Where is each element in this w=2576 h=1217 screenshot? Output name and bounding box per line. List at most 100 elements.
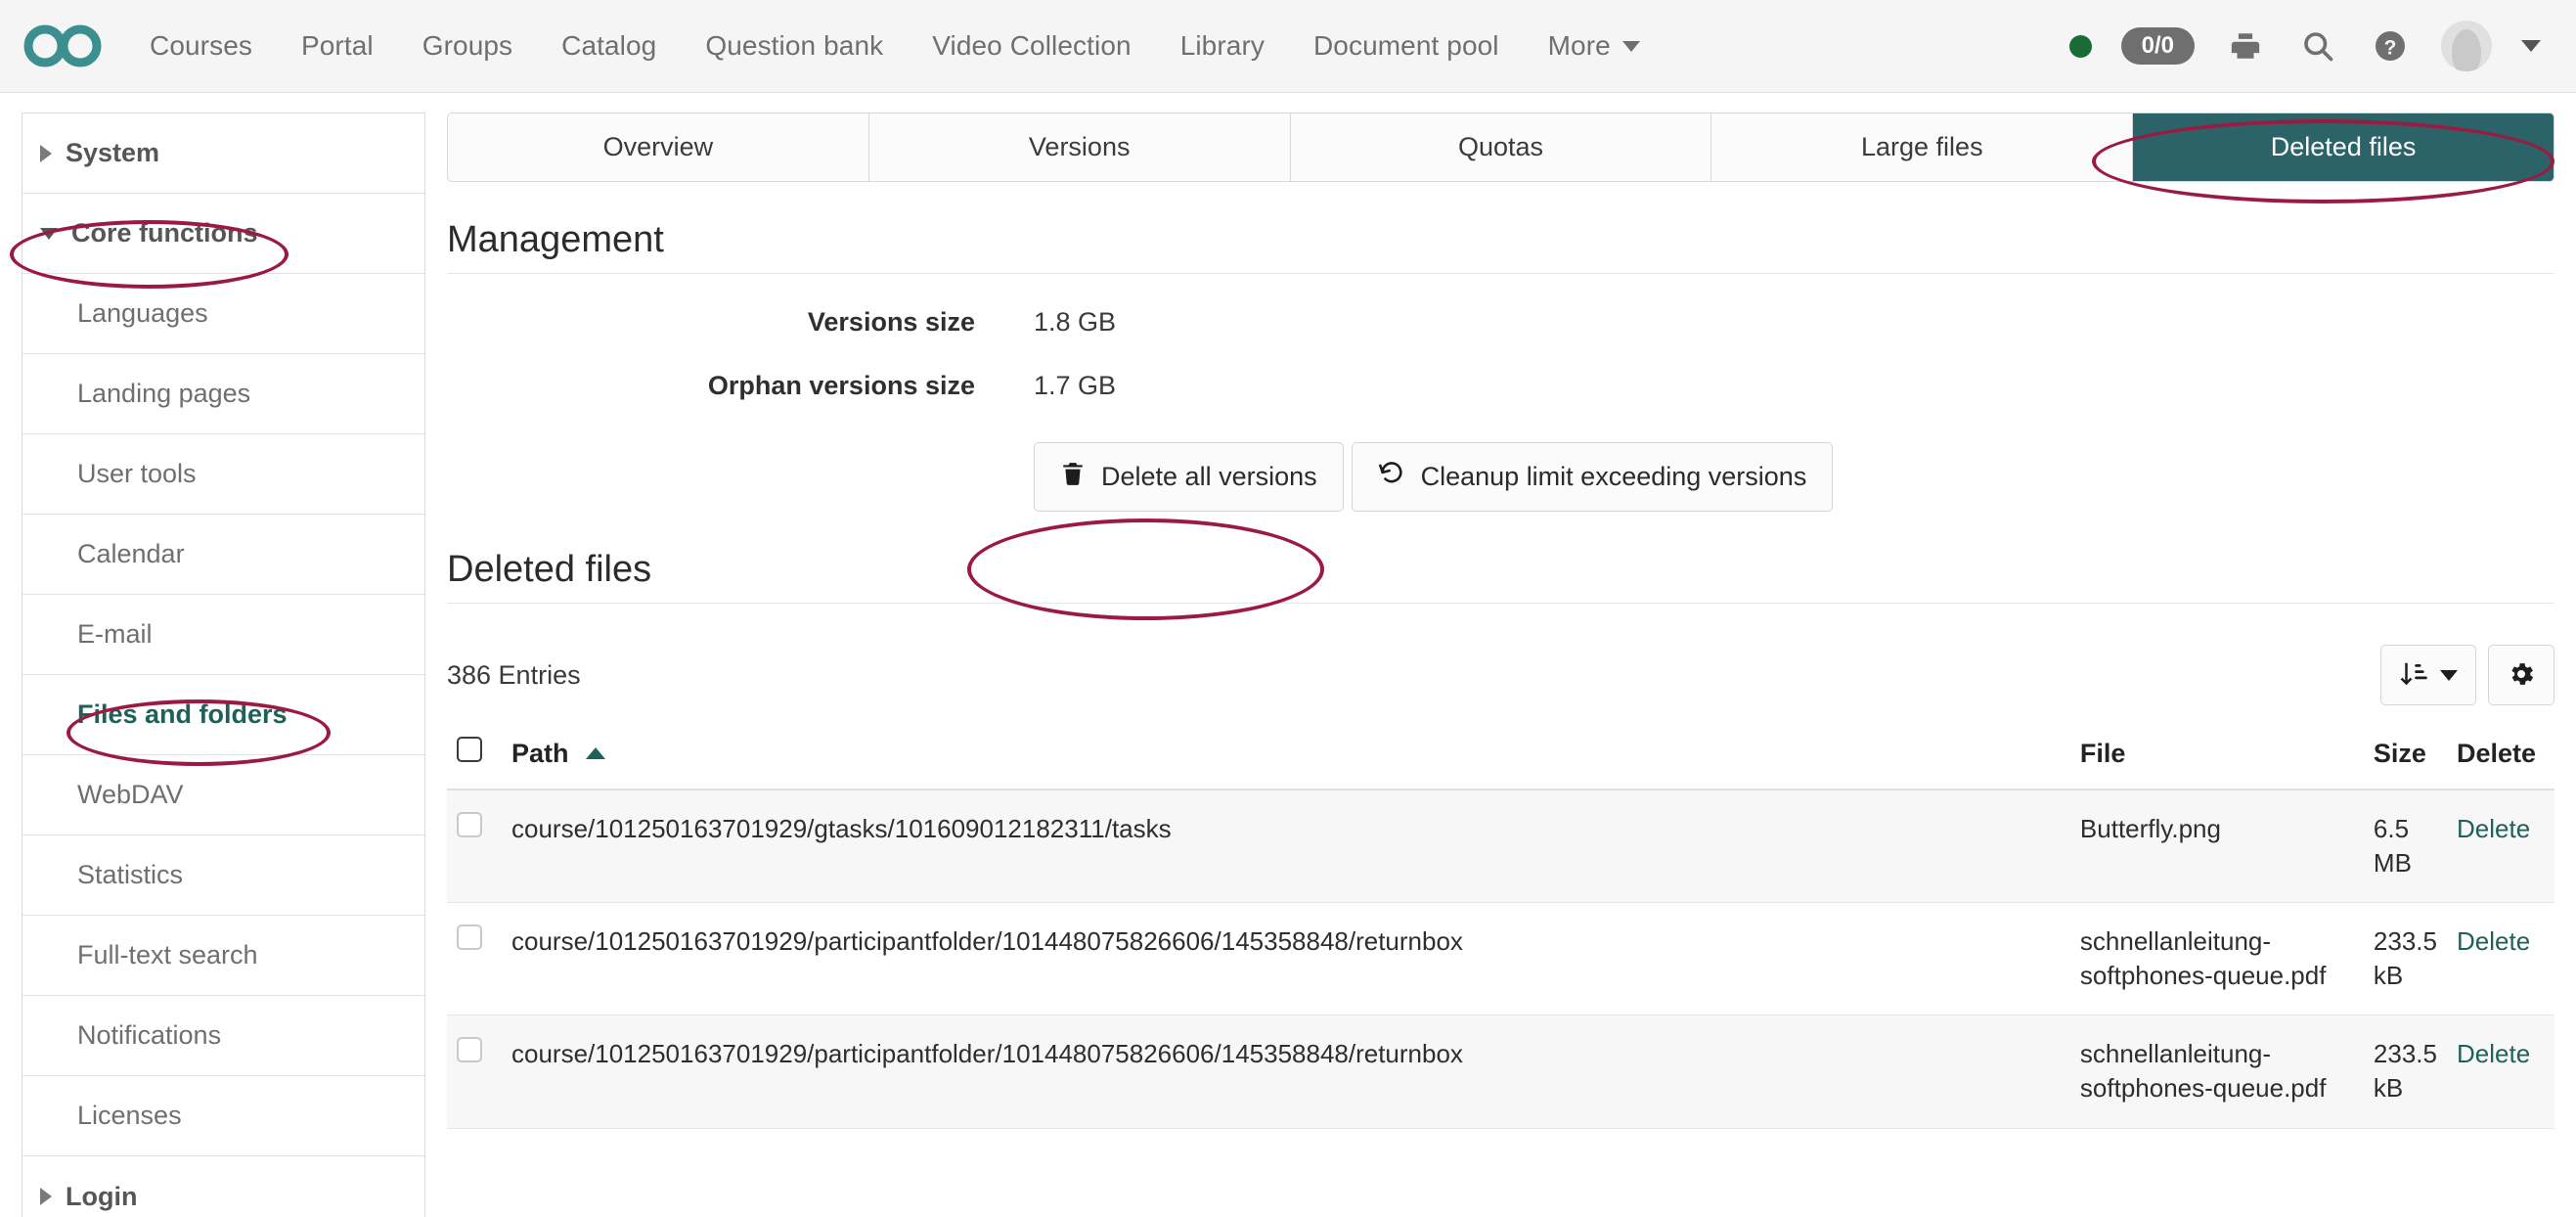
sidebar-item-full-text-search[interactable]: Full-text search xyxy=(22,916,424,996)
sidebar-item-label: E-mail xyxy=(77,619,153,649)
sidebar-item-user-tools[interactable]: User tools xyxy=(22,434,424,515)
row-select-cell xyxy=(447,1014,502,1129)
chevron-right-icon xyxy=(40,144,52,162)
sidebar-item-label: System xyxy=(66,138,160,167)
tab-overview[interactable]: Overview xyxy=(448,113,869,181)
entries-count: 386 Entries xyxy=(447,659,581,690)
tab-quotas[interactable]: Quotas xyxy=(1290,113,1712,181)
sidebar-item-calendar[interactable]: Calendar xyxy=(22,515,424,595)
nav-item-document-pool[interactable]: Document pool xyxy=(1289,21,1524,71)
sidebar-item-label: WebDAV xyxy=(77,780,184,809)
row-size: 6.5 MB xyxy=(2363,789,2447,904)
chevron-right-icon xyxy=(40,1188,52,1205)
row-checkbox[interactable] xyxy=(457,812,482,837)
row-select-cell xyxy=(447,902,502,1016)
print-icon[interactable] xyxy=(2224,24,2267,68)
sidebar-item-label: Notifications xyxy=(77,1020,222,1050)
table-tools xyxy=(2380,645,2554,705)
table-row: course/101250163701929/participantfolder… xyxy=(447,1014,2554,1129)
sidebar-item-label: Licenses xyxy=(77,1101,182,1130)
sidebar-item-languages[interactable]: Languages xyxy=(22,274,424,354)
property-row-orphan-versions-size: Orphan versions size 1.7 GB xyxy=(447,371,2554,401)
tab-deleted-files[interactable]: Deleted files xyxy=(2133,113,2554,181)
header-actions: 0/0 ? xyxy=(2068,21,2541,71)
sidebar-item-label: User tools xyxy=(77,459,197,488)
row-delete-action: Delete xyxy=(2447,902,2554,1016)
nav-item-more[interactable]: More xyxy=(1524,21,1665,71)
nav-item-catalog[interactable]: Catalog xyxy=(537,21,681,71)
delete-link[interactable]: Delete xyxy=(2457,1039,2530,1068)
sidebar-item-label: Full-text search xyxy=(77,940,258,969)
sidebar-item-files-and-folders[interactable]: Files and folders xyxy=(22,675,424,755)
cleanup-limit-exceeding-versions-button[interactable]: Cleanup limit exceeding versions xyxy=(1351,442,1834,512)
sidebar-item-landing-pages[interactable]: Landing pages xyxy=(22,354,424,434)
cleanup-versions-label: Cleanup limit exceeding versions xyxy=(1420,462,1807,491)
chevron-down-icon xyxy=(2440,669,2458,681)
delete-link[interactable]: Delete xyxy=(2457,926,2530,956)
sort-amount-down-icon xyxy=(2399,659,2428,692)
property-value: 1.8 GB xyxy=(1034,307,1117,337)
chevron-down-icon xyxy=(1621,40,1640,52)
row-file: schnellanleitung-softphones-queue.pdf xyxy=(2069,1014,2364,1129)
row-file: schnellanleitung-softphones-queue.pdf xyxy=(2069,902,2364,1016)
deleted-files-table: Path File Size Delete course/10125016370… xyxy=(447,729,2554,1129)
entries-bar: 386 Entries xyxy=(447,645,2554,705)
admin-sidebar: System Core functions Languages Landing … xyxy=(22,113,425,1217)
row-size: 233.5 kB xyxy=(2363,902,2447,1016)
column-header-file[interactable]: File xyxy=(2069,729,2364,790)
property-row-versions-size: Versions size 1.8 GB xyxy=(447,307,2554,338)
column-header-size[interactable]: Size xyxy=(2363,729,2447,790)
sort-button[interactable] xyxy=(2380,645,2476,705)
svg-text:?: ? xyxy=(2384,36,2397,59)
sidebar-item-label: Landing pages xyxy=(77,379,251,408)
sidebar-item-login[interactable]: Login xyxy=(22,1156,424,1217)
infinity-logo[interactable] xyxy=(22,19,104,73)
delete-all-versions-label: Delete all versions xyxy=(1101,462,1317,491)
help-icon[interactable]: ? xyxy=(2369,24,2412,68)
property-label: Orphan versions size xyxy=(707,371,975,400)
table-row: course/101250163701929/gtasks/1016090121… xyxy=(447,789,2554,904)
tab-bar: Overview Versions Quotas Large files Del… xyxy=(447,113,2554,182)
management-title: Management xyxy=(447,219,2554,274)
column-header-path[interactable]: Path xyxy=(502,729,2070,790)
main-content: Overview Versions Quotas Large files Del… xyxy=(425,93,2576,1129)
settings-button[interactable] xyxy=(2488,645,2554,705)
delete-link[interactable]: Delete xyxy=(2457,814,2530,843)
delete-all-versions-button[interactable]: Delete all versions xyxy=(1034,442,1344,512)
row-file: Butterfly.png xyxy=(2069,789,2364,904)
sidebar-item-label: Login xyxy=(66,1181,138,1211)
row-path: course/101250163701929/participantfolder… xyxy=(502,902,2070,1016)
sidebar-item-label: Files and folders xyxy=(77,699,288,729)
sidebar-item-core-functions[interactable]: Core functions xyxy=(22,194,424,274)
sidebar-item-licenses[interactable]: Licenses xyxy=(22,1076,424,1156)
nav-item-groups[interactable]: Groups xyxy=(398,21,537,71)
row-select-cell xyxy=(447,789,502,904)
tab-versions[interactable]: Versions xyxy=(868,113,1291,181)
row-checkbox[interactable] xyxy=(457,924,482,951)
nav-item-portal[interactable]: Portal xyxy=(277,21,398,71)
table-body: course/101250163701929/gtasks/1016090121… xyxy=(447,789,2554,1129)
nav-item-more-label: More xyxy=(1547,30,1611,61)
row-delete-action: Delete xyxy=(2447,1014,2554,1129)
sort-ascending-icon xyxy=(586,747,606,759)
search-icon[interactable] xyxy=(2296,24,2339,68)
nav-item-question-bank[interactable]: Question bank xyxy=(681,21,908,71)
select-all-header xyxy=(447,729,502,790)
user-menu-chevron-down-icon[interactable] xyxy=(2521,40,2541,52)
sidebar-item-notifications[interactable]: Notifications xyxy=(22,996,424,1076)
sidebar-item-email[interactable]: E-mail xyxy=(22,595,424,675)
select-all-checkbox[interactable] xyxy=(457,737,482,762)
tab-large-files[interactable]: Large files xyxy=(1711,113,2134,181)
sidebar-item-statistics[interactable]: Statistics xyxy=(22,835,424,916)
nav-item-library[interactable]: Library xyxy=(1156,21,1289,71)
nav-item-video-collection[interactable]: Video Collection xyxy=(908,21,1155,71)
sidebar-item-system[interactable]: System xyxy=(22,113,424,194)
sidebar-item-webdav[interactable]: WebDAV xyxy=(22,755,424,835)
trash-icon xyxy=(1060,460,1086,494)
nav-item-courses[interactable]: Courses xyxy=(125,21,277,71)
row-checkbox[interactable] xyxy=(457,1037,482,1063)
sidebar-item-label: Calendar xyxy=(77,539,185,568)
avatar[interactable] xyxy=(2441,21,2492,71)
table-header-row: Path File Size Delete xyxy=(447,729,2554,790)
notification-count-badge[interactable]: 0/0 xyxy=(2120,27,2195,65)
